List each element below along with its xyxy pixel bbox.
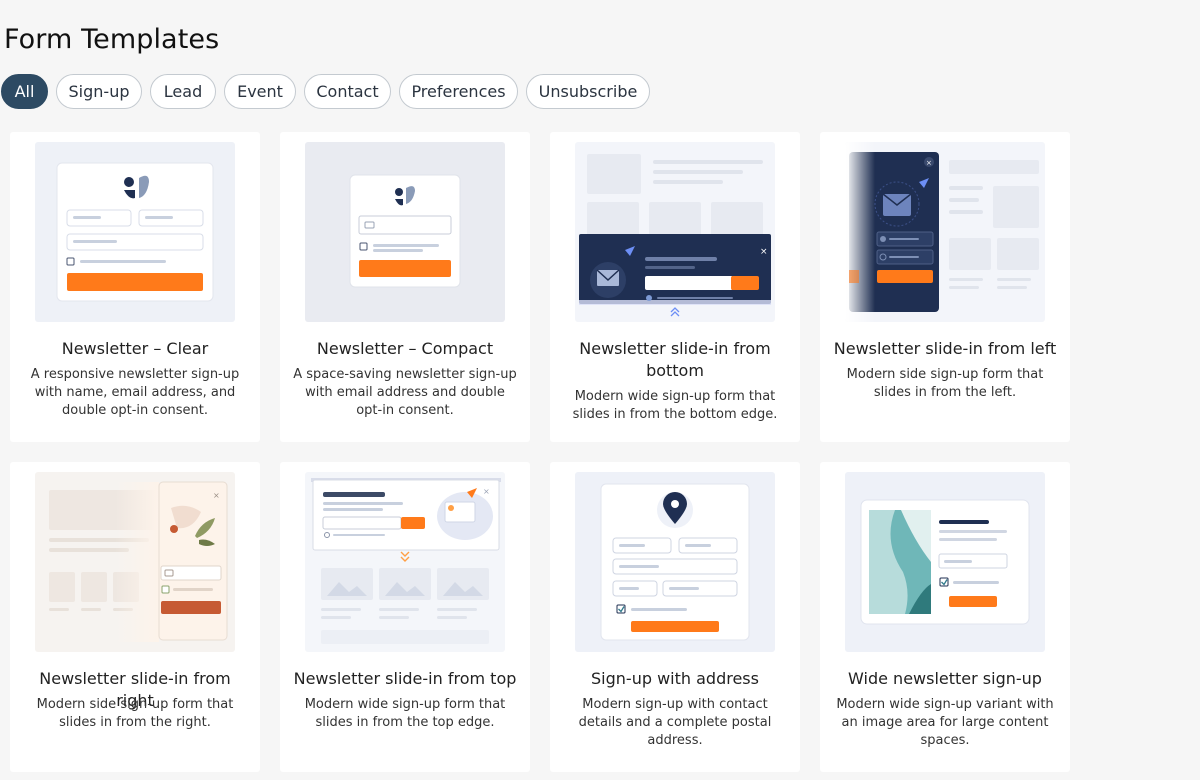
close-icon: ×	[760, 247, 768, 257]
close-icon: ×	[483, 487, 490, 496]
template-card-slide-in-top[interactable]: × Newsletter slide-in from top Modern wi…	[280, 462, 530, 772]
template-description: Modern wide sign-up form that slides in …	[304, 697, 506, 730]
template-title: Newsletter – Compact	[316, 339, 494, 358]
template-card-newsletter-clear[interactable]: Newsletter – Clear A responsive newslett…	[10, 132, 260, 442]
template-card-slide-in-right[interactable]: × Newsletter slide-in from right Modern …	[10, 462, 260, 772]
template-title: Newsletter – Clear	[61, 339, 209, 358]
template-description: A responsive newsletter sign-up with nam…	[30, 367, 240, 418]
slide-in-left-preview: ×	[845, 142, 1045, 322]
filter-chip-contact[interactable]: Contact	[304, 74, 391, 109]
filter-chip-all[interactable]: All	[1, 74, 48, 109]
signup-address-preview	[575, 472, 775, 652]
filter-chip-preferences[interactable]: Preferences	[399, 74, 518, 109]
slide-in-bottom-preview: ×	[575, 142, 775, 322]
filter-chip-lead[interactable]: Lead	[150, 74, 216, 109]
template-description: Modern sign-up with contact details and …	[578, 697, 772, 748]
template-title: Newsletter slide-in from bottom	[579, 339, 771, 380]
template-description: Modern side sign-up form that slides in …	[36, 697, 234, 730]
filter-chip-unsubscribe[interactable]: Unsubscribe	[526, 74, 650, 109]
close-icon: ×	[926, 159, 932, 167]
template-title: Wide newsletter sign-up	[848, 669, 1042, 688]
template-title: Newsletter slide-in from top	[293, 669, 517, 688]
template-card-slide-in-left[interactable]: × Newsletter slide-in from left Modern s…	[820, 132, 1070, 442]
template-description: Modern side sign-up form that slides in …	[846, 367, 1044, 400]
template-title: Sign-up with address	[591, 669, 759, 688]
template-card-newsletter-compact[interactable]: Newsletter – Compact A space-saving news…	[280, 132, 530, 442]
filter-chip-sign-up[interactable]: Sign-up	[56, 74, 142, 109]
template-title: Newsletter slide-in from left	[833, 339, 1057, 358]
page-title: Form Templates	[4, 24, 220, 55]
close-icon: ×	[213, 491, 220, 500]
newsletter-clear-preview	[35, 142, 235, 322]
template-description: Modern wide sign-up form that slides in …	[572, 389, 778, 422]
template-card-signup-address[interactable]: Sign-up with address Modern sign-up with…	[550, 462, 800, 772]
template-card-slide-in-bottom[interactable]: × Newsletter slide-in from bottom Modern…	[550, 132, 800, 442]
template-description: A space-saving newsletter sign-up with e…	[293, 367, 517, 418]
slide-in-top-preview: ×	[305, 472, 505, 652]
newsletter-compact-preview	[305, 142, 505, 322]
template-card-wide-newsletter[interactable]: Wide newsletter sign-up Modern wide sign…	[820, 462, 1070, 772]
wide-newsletter-preview	[845, 472, 1045, 652]
template-description: Modern wide sign-up variant with an imag…	[836, 697, 1054, 748]
slide-in-right-preview: ×	[35, 472, 235, 652]
filter-chip-event[interactable]: Event	[224, 74, 296, 109]
